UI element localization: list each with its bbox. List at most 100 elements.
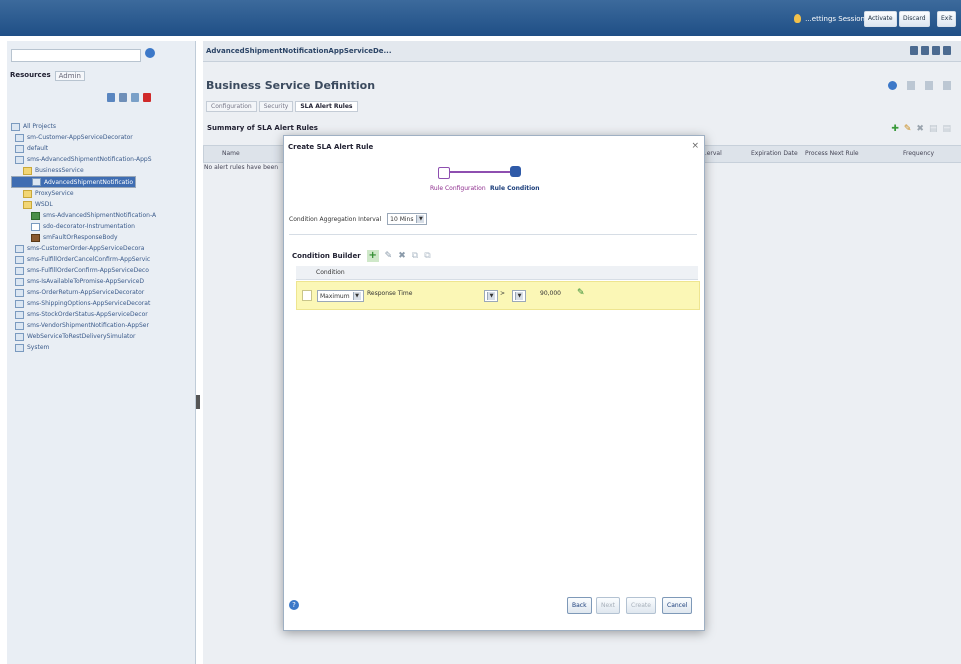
tree-node[interactable]: BusinessService [11,165,193,176]
tree-node[interactable]: sms-IsAvailableToPromise-AppServiceD [11,276,193,287]
tree-node[interactable]: sms-FulfillOrderCancelConfirm-AppServic [11,254,193,265]
create-resource-icon[interactable] [107,93,115,102]
resource-tabs: Resources Admin [10,71,85,81]
chevron-down-icon: ▼ [416,215,425,223]
tree-node[interactable]: WebServiceToRestDeliverySimulator [11,331,193,342]
tab-resources[interactable]: Resources [10,71,51,81]
tree-node[interactable]: sms-CustomerOrder-AppServiceDecora [11,243,193,254]
col-frequency[interactable]: Frequency [903,150,934,157]
tree-node[interactable]: sms-OrderReturn-AppServiceDecorator [11,287,193,298]
next-button[interactable]: Next [596,597,620,614]
tree-node[interactable]: sms-FulfillOrderConfirm-AppServiceDeco [11,265,193,276]
or-group-icon[interactable]: ⧉ [424,251,430,261]
import-icon[interactable] [119,93,127,102]
tree-node[interactable]: sms-StockOrderStatus-AppServiceDecor [11,309,193,320]
and-group-icon[interactable]: ⧉ [412,251,418,261]
metric-select[interactable]: ▼ [484,290,498,302]
col-name[interactable]: Name [222,150,240,157]
chevron-down-icon: ▼ [487,292,495,300]
empty-table-message: No alert rules have been [204,164,279,171]
tree-node[interactable]: System [11,342,193,353]
close-icon[interactable]: × [691,141,699,151]
edit-pencil-icon[interactable]: ✎ [577,288,585,298]
breadcrumb-title: AdvancedShipmentNotificationAppServiceDe… [206,47,392,55]
xquery-icon [31,222,40,231]
condition-row[interactable]: Maximum ▼ Response Time ▼ > ▼ 90,000 ✎ [296,281,700,310]
aggregation-interval-select[interactable]: 10 Mins ▼ [387,213,428,225]
project-icon [15,266,24,275]
tab-security[interactable]: Security [258,101,294,112]
test-icon[interactable] [907,81,915,90]
menu-icon[interactable] [943,46,951,55]
summary-toolbar: ✚ ✎ ✖ ▤ ▤ [891,124,951,134]
project-icon [15,321,24,330]
train-stop-rule-condition[interactable] [510,166,521,177]
export-icon[interactable] [131,93,139,102]
create-button[interactable]: Create [626,597,656,614]
add-condition-icon[interactable]: + [366,250,379,262]
tree-node[interactable]: sm-Customer-AppServiceDecorator [11,132,193,143]
move-up-icon[interactable]: ▤ [929,124,938,134]
tree-node[interactable]: sms-ShippingOptions-AppServiceDecorat [11,298,193,309]
col-process-next-rule[interactable]: Process Next Rule [805,150,859,157]
tab-admin[interactable]: Admin [54,71,85,81]
tree-node[interactable]: default [11,143,193,154]
metric-value: Response Time [367,290,413,297]
definition-tabs: Configuration Security SLA Alert Rules [206,101,358,112]
panel-splitter[interactable] [196,395,200,409]
cancel-button[interactable]: Cancel [662,597,693,614]
copy-icon[interactable] [921,46,929,55]
tree-node[interactable]: smFaultOrResponseBody [11,232,193,243]
execute-icon[interactable] [943,81,951,90]
tree-node[interactable]: sms-AdvancedShipmentNotification-AppS [11,154,193,165]
resource-search-input[interactable] [11,49,141,62]
resource-toolbar [107,93,151,102]
edit-rule-icon[interactable]: ✎ [904,124,912,134]
col-expiration-date[interactable]: Expiration Date [751,150,798,157]
tab-configuration[interactable]: Configuration [206,101,257,112]
tree-node[interactable]: WSDL [11,199,193,210]
delete-icon[interactable] [143,93,151,102]
divider [289,234,697,235]
breadcrumb-toolbar [910,46,951,55]
move-down-icon[interactable]: ▤ [942,124,951,134]
tree-node[interactable]: sms-VendorShipmentNotification-AppSer [11,320,193,331]
add-rule-icon[interactable]: ✚ [891,124,899,134]
project-tree: All Projects sm-Customer-AppServiceDecor… [11,121,193,353]
function-select[interactable]: Maximum ▼ [317,290,364,302]
tree-node[interactable]: sms-AdvancedShipmentNotification-A [11,210,193,221]
train-label-rule-configuration[interactable]: Rule Configuration [430,185,486,192]
folder-icon [23,189,32,198]
delete-rule-icon[interactable]: ✖ [916,124,924,134]
tab-sla-alert-rules[interactable]: SLA Alert Rules [295,101,358,112]
folder-icon [11,122,20,131]
discard-button[interactable]: Discard [899,11,930,27]
tree-node[interactable]: All Projects [11,121,193,132]
project-icon [15,332,24,341]
create-sla-alert-rule-dialog: Create SLA Alert Rule × Rule Configurati… [283,135,705,631]
project-icon [15,343,24,352]
activate-button[interactable]: Activate [864,11,897,27]
condition-builder-toolbar: Condition Builder + ✎ ✖ ⧉ ⧉ [292,250,431,262]
help-icon[interactable]: ? [289,600,299,610]
condition-builder-label: Condition Builder [292,252,361,260]
condition-checkbox[interactable] [302,290,312,301]
search-go-icon[interactable] [145,48,155,58]
threshold-value[interactable]: 90,000 [540,290,561,297]
help-icon[interactable] [888,81,897,90]
save-icon[interactable] [910,46,918,55]
back-button[interactable]: Back [567,597,592,614]
operator-select[interactable]: ▼ [512,290,526,302]
tree-node-selected[interactable]: AdvancedShipmentNotificatio [11,176,137,188]
tree-node[interactable]: sdo-decorator-Instrumentation [11,221,193,232]
delete-condition-icon[interactable]: ✖ [398,251,406,261]
wizard-train: Rule Configuration Rule Condition [430,165,540,205]
launch-icon[interactable] [925,81,933,90]
edit-condition-icon[interactable]: ✎ [385,251,393,261]
settings-icon[interactable] [932,46,940,55]
exit-button[interactable]: Exit [937,11,957,27]
page-title: Business Service Definition [206,79,376,92]
project-icon [15,277,24,286]
train-stop-rule-configuration[interactable] [438,167,450,179]
tree-node[interactable]: ProxyService [11,188,193,199]
